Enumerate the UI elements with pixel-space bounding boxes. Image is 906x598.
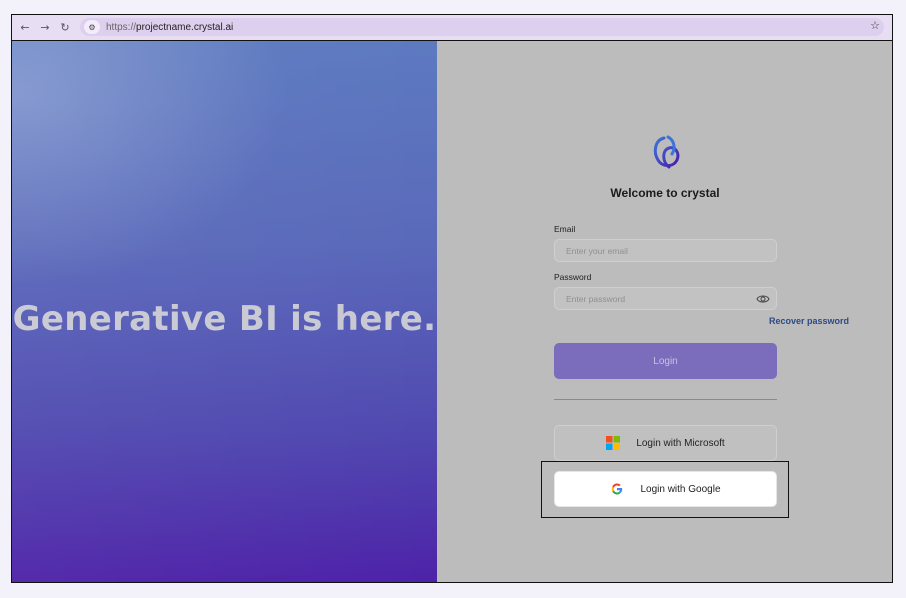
microsoft-icon xyxy=(606,436,621,450)
welcome-heading: Welcome to crystal xyxy=(610,186,720,200)
eye-icon[interactable] xyxy=(756,293,770,305)
google-button-label: Login with Google xyxy=(640,483,721,495)
browser-window: ← → ↻ ⚙ https://projectname.crystal.ai ☆… xyxy=(11,14,893,583)
site-settings-icon[interactable]: ⚙ xyxy=(84,20,100,34)
password-field-wrapper xyxy=(554,287,777,310)
microsoft-button-label: Login with Microsoft xyxy=(636,437,725,449)
login-with-microsoft-button[interactable]: Login with Microsoft xyxy=(554,425,777,461)
divider xyxy=(554,399,777,400)
star-icon[interactable]: ☆ xyxy=(870,19,880,32)
address-bar[interactable]: ⚙ https://projectname.crystal.ai ☆ xyxy=(80,18,884,36)
back-arrow-icon[interactable]: ← xyxy=(15,21,35,34)
reload-icon[interactable]: ↻ xyxy=(55,21,75,34)
forward-arrow-icon[interactable]: → xyxy=(35,21,55,34)
login-with-google-button[interactable]: Login with Google xyxy=(554,471,777,507)
email-field-wrapper xyxy=(554,239,777,262)
google-icon xyxy=(612,483,623,495)
recover-password-link[interactable]: Recover password xyxy=(769,316,849,326)
email-label: Email xyxy=(554,224,576,234)
browser-toolbar: ← → ↻ ⚙ https://projectname.crystal.ai ☆ xyxy=(12,15,892,41)
password-label: Password xyxy=(554,272,592,282)
hero-headline: Generative BI is here. xyxy=(12,299,437,339)
password-input[interactable] xyxy=(555,288,776,309)
login-button[interactable]: Login xyxy=(554,343,777,379)
url-host: projectname.crystal.ai xyxy=(136,21,234,33)
crystal-logo-icon xyxy=(653,135,680,169)
url-text: https://projectname.crystal.ai xyxy=(106,22,233,33)
hero-panel: Generative BI is here. xyxy=(12,41,437,582)
email-input[interactable] xyxy=(555,240,776,261)
url-scheme: https:// xyxy=(106,21,137,33)
login-panel: Welcome to crystal Email Password Recove… xyxy=(437,41,892,582)
